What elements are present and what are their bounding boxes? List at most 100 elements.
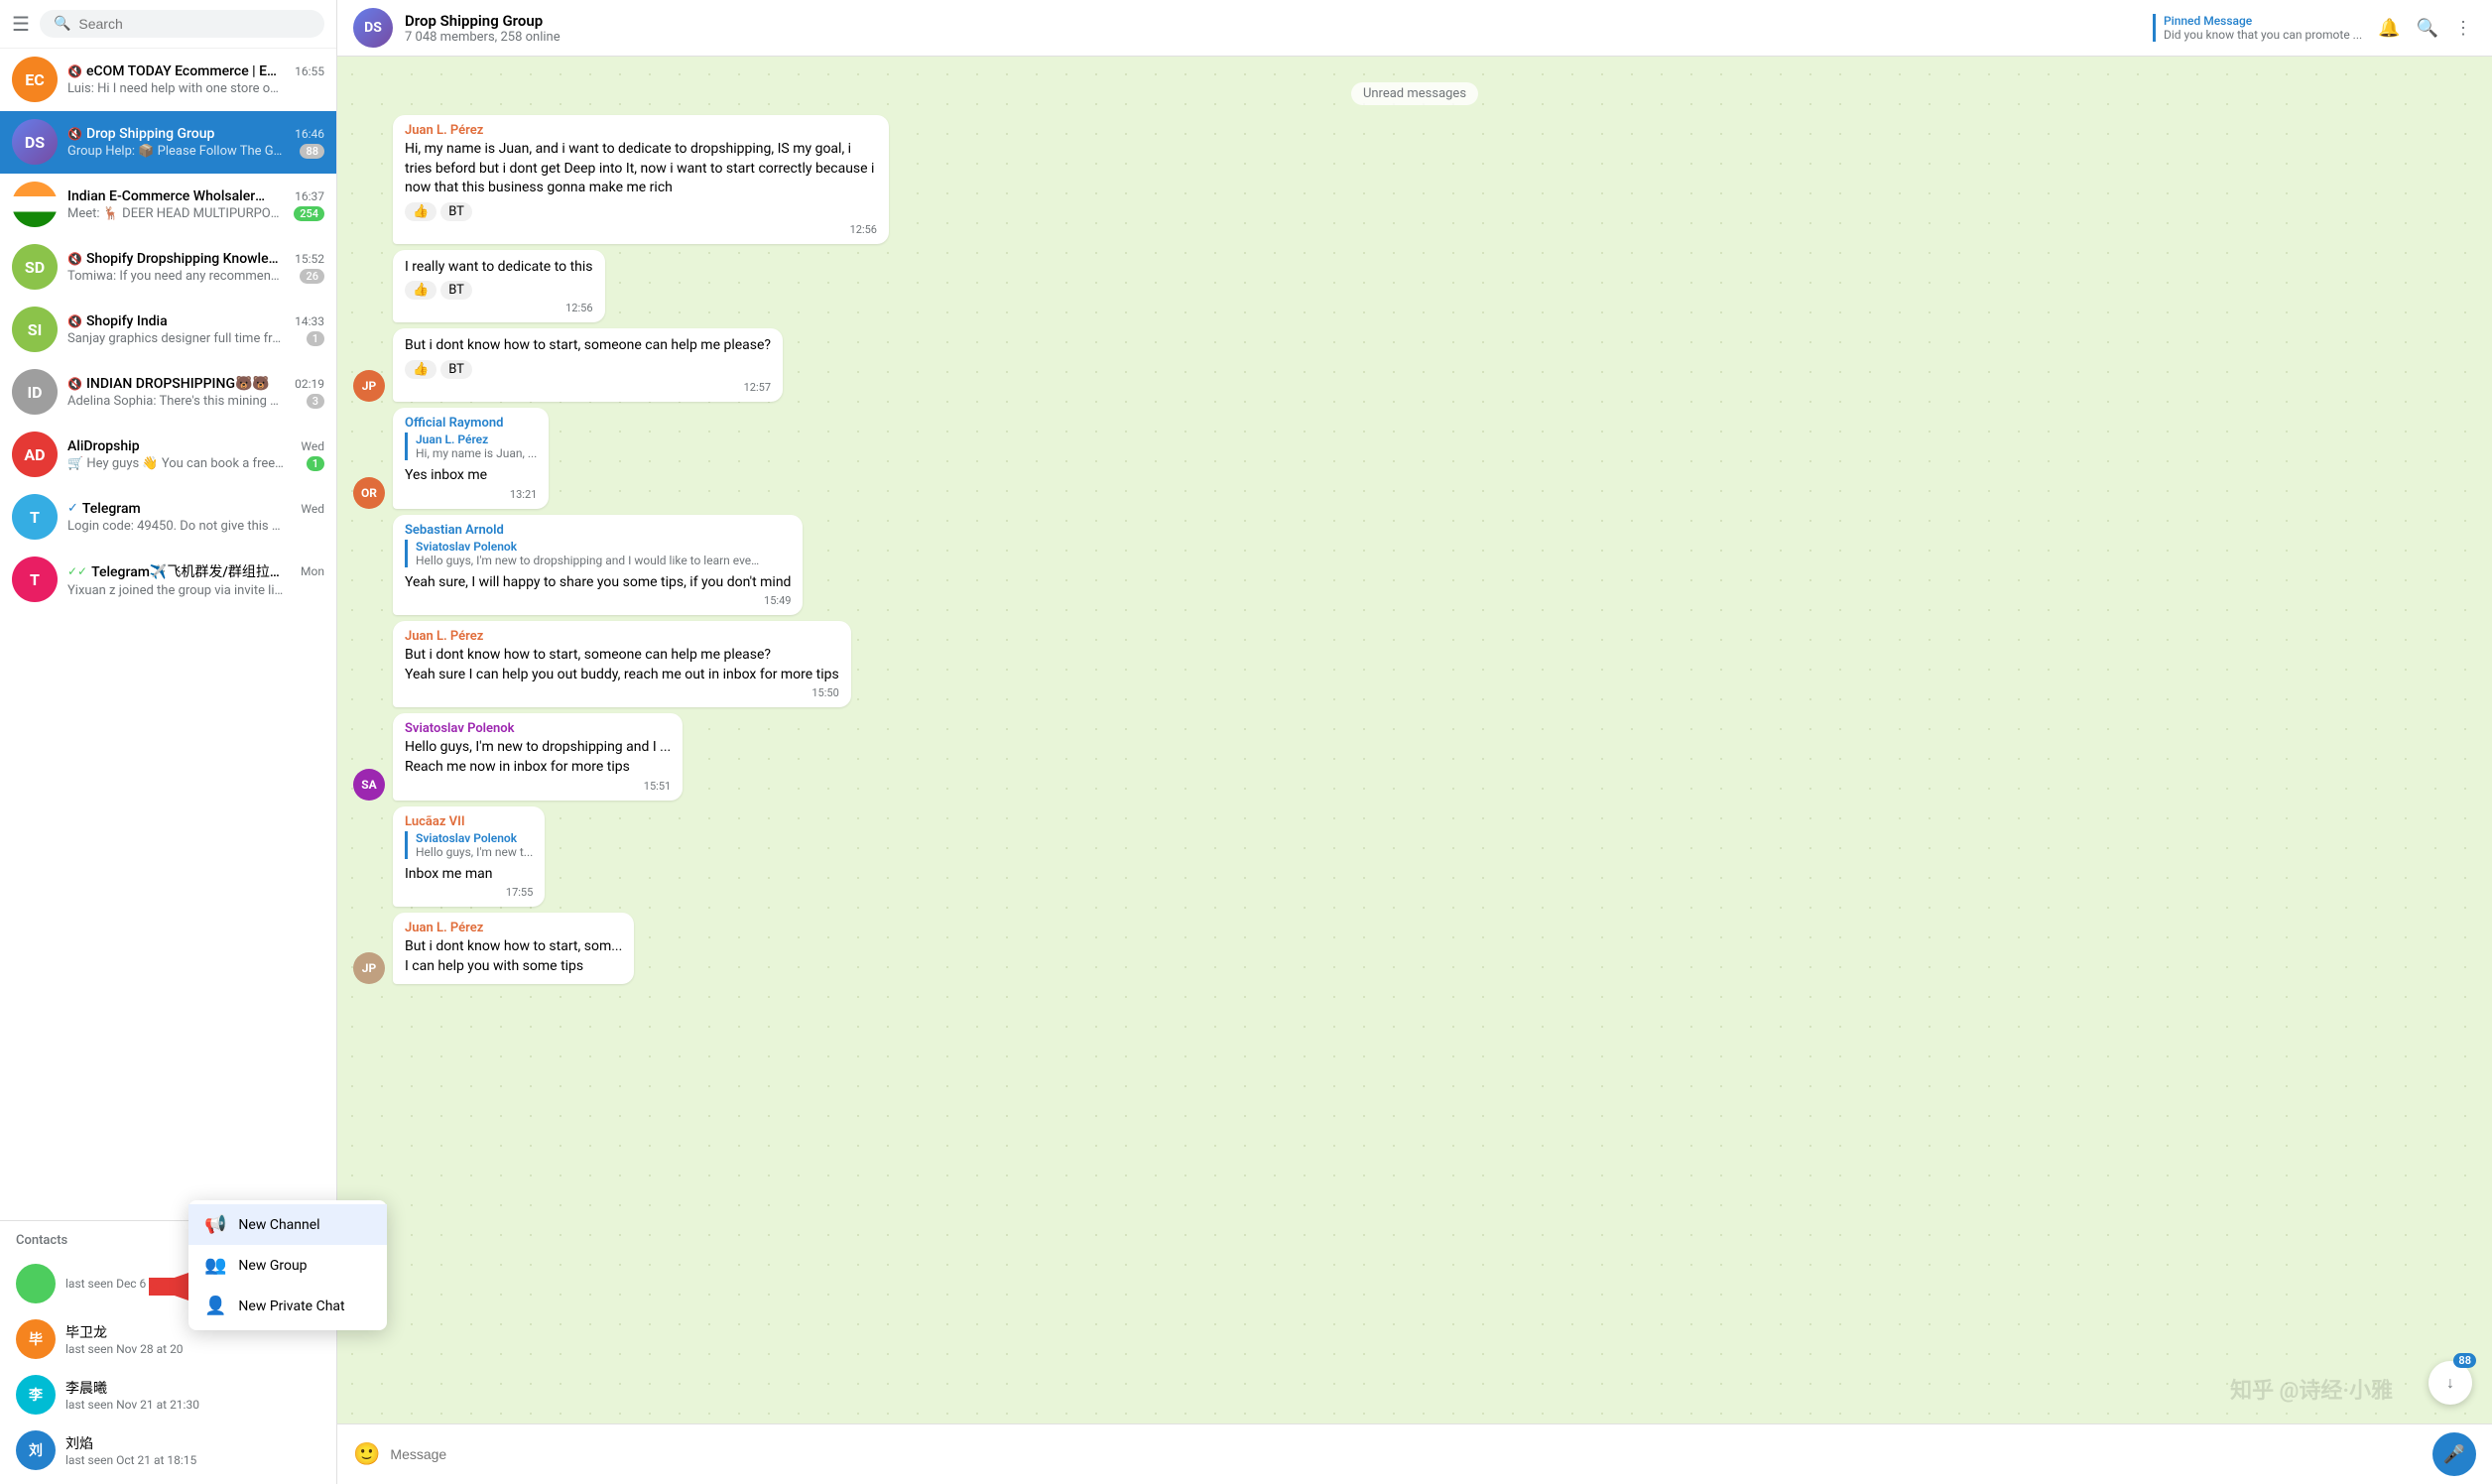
msg-avatar: OR bbox=[353, 477, 385, 509]
avatar: EC bbox=[12, 57, 58, 102]
avatar: ID bbox=[12, 369, 58, 415]
chat-item-shopify-drop[interactable]: SD🔇Shopify Dropshipping Knowledge ...15:… bbox=[0, 236, 336, 299]
muted-icon: 🔇 bbox=[67, 127, 82, 141]
message-msg5: Sebastian ArnoldSviatoslav PolenokHello … bbox=[353, 515, 2476, 616]
more-icon[interactable]: ⋮ bbox=[2450, 14, 2476, 43]
contact-item-c4[interactable]: 刘刘焰last seen Oct 21 at 18:15 bbox=[16, 1422, 320, 1478]
menu-item-label-new-group: New Group bbox=[238, 1258, 307, 1274]
chat-header-avatar: DS bbox=[353, 8, 393, 48]
chat-preview: Adelina Sophia: There's this mining plat… bbox=[67, 394, 286, 409]
chat-item-dropshipping[interactable]: DS 🔇 Drop Shipping Group 16:46 Group Help: 📦… bbox=[0, 111, 336, 174]
reaction[interactable]: 👍 bbox=[405, 202, 436, 221]
chat-badge: 88 bbox=[300, 144, 324, 159]
chat-preview: Login code: 49450. Do not give this code… bbox=[67, 519, 286, 534]
chat-preview: 🛒 Hey guys 👋 You can book a free m... bbox=[67, 456, 286, 471]
reaction[interactable]: 👍 bbox=[405, 360, 436, 379]
chat-item-telegram-fly[interactable]: T✓✓Telegram✈️飞机群发/群组拉人/群...MonYixuan z j… bbox=[0, 549, 336, 611]
sender-name: Sviatoslav Polenok bbox=[405, 721, 671, 736]
pinned-message[interactable]: Pinned Message Did you know that you can… bbox=[2153, 14, 2362, 42]
chat-preview: Luis: Hi I need help with one store onli… bbox=[67, 81, 286, 96]
sender-name: Sebastian Arnold bbox=[405, 523, 791, 538]
message-text: Hi, my name is Juan, and i want to dedic… bbox=[405, 140, 877, 198]
chat-header-subtitle: 7 048 members, 258 online bbox=[405, 30, 2141, 45]
menu-item-label-new-private: New Private Chat bbox=[238, 1298, 344, 1314]
chat-item-indian-drop[interactable]: ID🔇INDIAN DROPSHIPPING🐻🐻02:19Adelina Sop… bbox=[0, 361, 336, 424]
emoji-button[interactable]: 🙂 bbox=[353, 1442, 380, 1467]
chat-header-actions: 🔔 🔍 ⋮ bbox=[2374, 14, 2476, 43]
contact-status: last seen Nov 21 at 21:30 bbox=[65, 1398, 320, 1412]
message-time: 15:49 bbox=[405, 594, 791, 607]
avatar: IN bbox=[12, 182, 58, 227]
muted-icon: 🔇 bbox=[67, 377, 82, 391]
message-input[interactable] bbox=[390, 1446, 2423, 1462]
message-input-area: 🙂 🎤 bbox=[337, 1423, 2492, 1484]
contact-name: 李晨曦 bbox=[65, 1378, 320, 1398]
scroll-down-icon: ↓ bbox=[2446, 1373, 2454, 1393]
chat-item-alidropship[interactable]: ADAliDropshipWed🛒 Hey guys 👋 You can boo… bbox=[0, 424, 336, 486]
menu-item-new-group[interactable]: 👥New Group bbox=[188, 1245, 387, 1286]
reaction[interactable]: BT bbox=[440, 202, 472, 221]
reaction[interactable]: BT bbox=[440, 281, 472, 300]
mic-icon: 🎤 bbox=[2443, 1444, 2465, 1465]
chat-time: 16:46 bbox=[295, 127, 324, 141]
sender-name: Juan L. Pérez bbox=[405, 123, 877, 138]
scroll-down-button[interactable]: 88 ↓ bbox=[2429, 1361, 2472, 1405]
search-icon: 🔍 bbox=[54, 16, 70, 32]
avatar: AD bbox=[12, 432, 58, 477]
reactions: 👍BT bbox=[405, 281, 593, 300]
message-msg1: Juan L. Pérez Hi, my name is Juan, and i … bbox=[353, 115, 2476, 244]
avatar: SI bbox=[12, 307, 58, 352]
menu-item-icon-new-private: 👤 bbox=[204, 1296, 226, 1316]
reactions: 👍BT bbox=[405, 202, 877, 221]
sender-name: Juan L. Pérez bbox=[405, 629, 839, 644]
mic-button[interactable]: 🎤 bbox=[2432, 1432, 2476, 1476]
chat-item-shopify-india[interactable]: SI🔇Shopify India14:33Sanjay graphics des… bbox=[0, 299, 336, 361]
message-time: 12:57 bbox=[405, 381, 771, 394]
sidebar-header: ☰ 🔍 bbox=[0, 0, 336, 49]
reply-quote: Sviatoslav PolenokHello guys, I'm new t.… bbox=[405, 831, 533, 859]
chat-item-ecom[interactable]: EC🔇eCOM TODAY Ecommerce | ENG C...16:55L… bbox=[0, 49, 336, 111]
chat-time: Wed bbox=[301, 439, 324, 453]
chat-badge: 26 bbox=[300, 269, 324, 284]
message-msg2: I really want to dedicate to this👍BT12:5… bbox=[353, 250, 2476, 323]
search-chat-icon[interactable]: 🔍 bbox=[2413, 14, 2442, 43]
search-input[interactable] bbox=[78, 16, 311, 32]
message-text: Yeah sure, I will happy to share you som… bbox=[405, 573, 791, 593]
scroll-badge: 88 bbox=[2453, 1353, 2476, 1368]
chat-badge: 1 bbox=[307, 331, 324, 346]
chat-time: Mon bbox=[301, 564, 324, 578]
avatar: DS bbox=[12, 119, 58, 165]
menu-icon[interactable]: ☰ bbox=[12, 12, 30, 36]
reaction[interactable]: BT bbox=[440, 360, 472, 379]
avatar: T bbox=[12, 556, 58, 602]
chat-preview: Group Help: 📦 Please Follow The Gro... bbox=[67, 144, 286, 159]
message-time: 15:50 bbox=[405, 686, 839, 699]
chat-preview: Sanjay graphics designer full time freel… bbox=[67, 331, 286, 346]
muted-icon: 🔇 bbox=[67, 64, 82, 78]
chat-item-indian[interactable]: INIndian E-Commerce Wholsaler B2...16:37… bbox=[0, 174, 336, 236]
messages-area: Unread messages Juan L. PérezHi, my name… bbox=[337, 57, 2492, 1423]
menu-item-new-channel[interactable]: 📢New Channel bbox=[188, 1204, 387, 1245]
msg-avatar: JP bbox=[353, 370, 385, 402]
contact-status: last seen Nov 28 at 20 bbox=[65, 1342, 320, 1356]
message-time: 12:56 bbox=[405, 223, 877, 236]
chat-header: DS Drop Shipping Group 7 048 members, 25… bbox=[337, 0, 2492, 57]
contact-avatar: 毕 bbox=[16, 1319, 56, 1359]
context-menu: 📢New Channel👥New Group 👤 New Private Chat bbox=[188, 1200, 387, 1330]
muted-icon: 🔇 bbox=[67, 314, 82, 328]
chat-item-telegram[interactable]: T✓TelegramWedLogin code: 49450. Do not g… bbox=[0, 486, 336, 549]
chat-name: Drop Shipping Group bbox=[86, 126, 214, 142]
message-text: Inbox me man bbox=[405, 865, 533, 885]
muted-icon: 🔇 bbox=[67, 252, 82, 266]
msg-avatar: SA bbox=[353, 769, 385, 801]
contact-item-c3[interactable]: 李李晨曦last seen Nov 21 at 21:30 bbox=[16, 1367, 320, 1422]
menu-item-new-private[interactable]: 👤 New Private Chat bbox=[188, 1286, 387, 1326]
message-time: 15:51 bbox=[405, 780, 671, 793]
mute-icon[interactable]: 🔔 bbox=[2374, 14, 2404, 43]
main-chat: DS Drop Shipping Group 7 048 members, 25… bbox=[337, 0, 2492, 1484]
msg-avatar: JP bbox=[353, 952, 385, 984]
search-box[interactable]: 🔍 bbox=[40, 10, 324, 38]
reaction[interactable]: 👍 bbox=[405, 281, 436, 300]
contact-status: last seen Oct 21 at 18:15 bbox=[65, 1453, 320, 1467]
chat-name: Shopify Dropshipping Knowledge ... bbox=[86, 251, 285, 267]
